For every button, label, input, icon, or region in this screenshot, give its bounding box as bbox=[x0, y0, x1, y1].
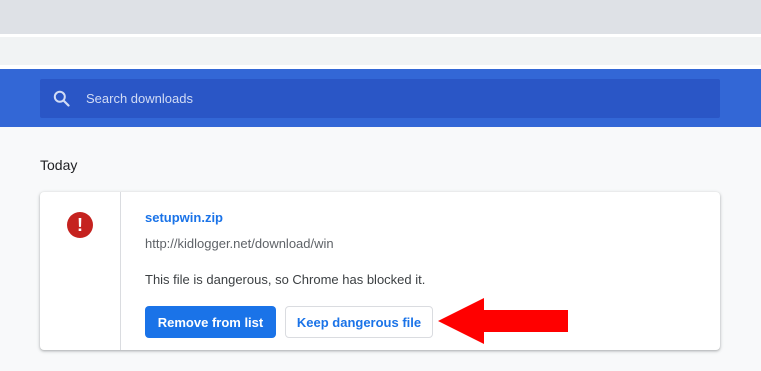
remove-from-list-button[interactable]: Remove from list bbox=[145, 306, 276, 338]
search-bar[interactable]: Search downloads bbox=[40, 79, 720, 118]
browser-toolbar bbox=[0, 37, 761, 65]
downloads-header: Search downloads bbox=[0, 69, 761, 127]
danger-icon: ! bbox=[67, 212, 93, 238]
browser-tab-strip bbox=[0, 0, 761, 34]
date-heading: Today bbox=[40, 157, 78, 173]
search-icon[interactable] bbox=[53, 90, 70, 107]
search-input[interactable]: Search downloads bbox=[86, 79, 193, 118]
downloads-list: Today ! setupwin.zip http://kidlogger.ne… bbox=[0, 127, 761, 371]
danger-warning-text: This file is dangerous, so Chrome has bl… bbox=[145, 272, 426, 287]
file-icon-column: ! bbox=[40, 192, 121, 350]
download-item-card: ! setupwin.zip http://kidlogger.net/down… bbox=[40, 192, 720, 350]
chrome-downloads-page: Search downloads Today ! setupwin.zip ht… bbox=[0, 0, 761, 371]
keep-dangerous-file-button[interactable]: Keep dangerous file bbox=[285, 306, 433, 338]
file-name-link[interactable]: setupwin.zip bbox=[145, 210, 223, 225]
red-arrow-annotation-icon bbox=[438, 298, 568, 344]
file-url[interactable]: http://kidlogger.net/download/win bbox=[145, 236, 334, 251]
